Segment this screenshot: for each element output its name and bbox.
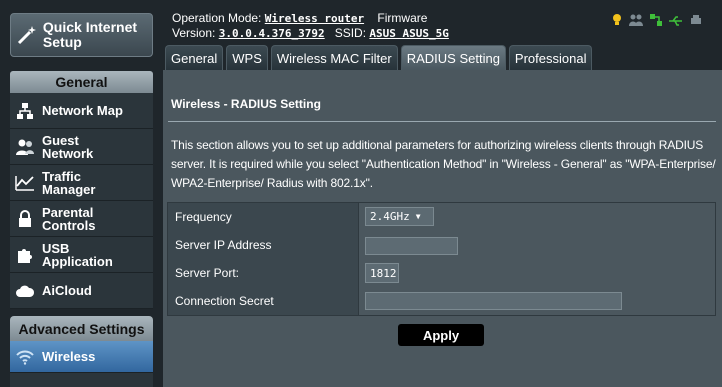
wifi-icon: [10, 341, 40, 372]
dropdown-arrow-icon: ▼: [415, 212, 421, 221]
status-icons: [612, 13, 702, 31]
server-port-label: Server Port:: [168, 259, 359, 287]
frequency-label: Frequency: [168, 203, 359, 231]
sidebar-item-label: Wireless: [42, 349, 96, 364]
sidebar-item-usb-application[interactable]: USB Application: [10, 237, 153, 273]
advanced-settings-header: Advanced Settings: [10, 316, 153, 341]
tab-wps[interactable]: WPS: [226, 45, 268, 70]
network-map-icon: [10, 93, 40, 128]
guest-network-icon: [10, 129, 40, 164]
sidebar-item-label: Guest Network: [42, 132, 94, 161]
server-port-input[interactable]: 1812: [365, 263, 399, 283]
server-ip-input[interactable]: [365, 237, 458, 255]
frequency-selected-value: 2.4GHz: [370, 210, 410, 223]
clients-icon[interactable]: [629, 13, 643, 31]
page-description: This section allows you to set up additi…: [171, 136, 719, 193]
form-row-frequency: Frequency 2.4GHz ▼: [168, 203, 715, 232]
sidebar-item-label: AiCloud: [42, 283, 92, 298]
tab-radius-setting[interactable]: RADIUS Setting: [400, 45, 506, 70]
connection-secret-input[interactable]: [365, 292, 622, 310]
usb-icon[interactable]: [669, 13, 683, 31]
puzzle-icon: [10, 237, 40, 272]
sidebar-item-wireless[interactable]: Wireless: [10, 341, 153, 373]
radius-settings-form: Frequency 2.4GHz ▼ Server IP Address Ser…: [167, 202, 716, 316]
printer-icon[interactable]: [690, 13, 702, 31]
lock-icon: [10, 201, 40, 236]
ssid-value[interactable]: ASUS ASUS_5G: [369, 27, 448, 40]
quick-internet-setup-button[interactable]: Quick Internet Setup: [10, 13, 153, 57]
magic-wand-icon: [15, 20, 39, 50]
form-row-connection-secret: Connection Secret: [168, 287, 715, 315]
sidebar-item-label: Traffic Manager: [42, 168, 96, 197]
page-title: Wireless - RADIUS Setting: [171, 97, 321, 111]
traffic-manager-icon: [10, 165, 40, 200]
firmware-version-value[interactable]: 3.0.0.4.376_3792: [219, 27, 325, 40]
sidebar-item-guest-network[interactable]: Guest Network: [10, 129, 153, 165]
tab-wireless-mac-filter[interactable]: Wireless MAC Filter: [270, 45, 398, 70]
firmware-label: Firmware: [377, 11, 428, 25]
sidebar-item-parental-controls[interactable]: Parental Controls: [10, 201, 153, 237]
sidebar-item-aicloud[interactable]: AiCloud: [10, 273, 153, 309]
operation-mode-label: Operation Mode:: [172, 11, 262, 25]
ssid-label: SSID:: [334, 26, 367, 40]
sidebar-item-label: USB Application: [42, 240, 113, 269]
sidebar-item-label: Network Map: [42, 103, 123, 118]
version-label: Version:: [172, 26, 216, 40]
title-divider: [168, 121, 716, 122]
tab-professional[interactable]: Professional: [508, 45, 593, 70]
form-row-server-ip: Server IP Address: [168, 231, 715, 260]
quick-internet-setup-label: Quick Internet Setup: [42, 19, 138, 50]
tab-general[interactable]: General: [165, 45, 224, 70]
sidebar-item-partial[interactable]: [10, 373, 153, 387]
general-section-header: General: [10, 71, 153, 93]
description-text: This section allows you to set up additi…: [171, 138, 716, 190]
server-ip-label: Server IP Address: [168, 231, 359, 259]
tab-bar: General WPS Wireless MAC Filter RADIUS S…: [165, 45, 593, 70]
header-info: Operation Mode: Wireless router Firmware…: [172, 11, 449, 41]
sidebar-item-network-map[interactable]: Network Map: [10, 93, 153, 129]
network-status-icon[interactable]: [650, 13, 662, 31]
cloud-icon: [10, 273, 40, 308]
connection-secret-label: Connection Secret: [168, 287, 359, 315]
sidebar-item-traffic-manager[interactable]: Traffic Manager: [10, 165, 153, 201]
operation-mode-value[interactable]: Wireless router: [265, 12, 364, 25]
apply-button[interactable]: Apply: [398, 324, 484, 346]
form-row-server-port: Server Port: 1812: [168, 259, 715, 288]
sidebar-item-label: Parental Controls: [42, 204, 96, 233]
frequency-select[interactable]: 2.4GHz ▼: [365, 207, 434, 226]
bulb-icon[interactable]: [612, 13, 622, 31]
